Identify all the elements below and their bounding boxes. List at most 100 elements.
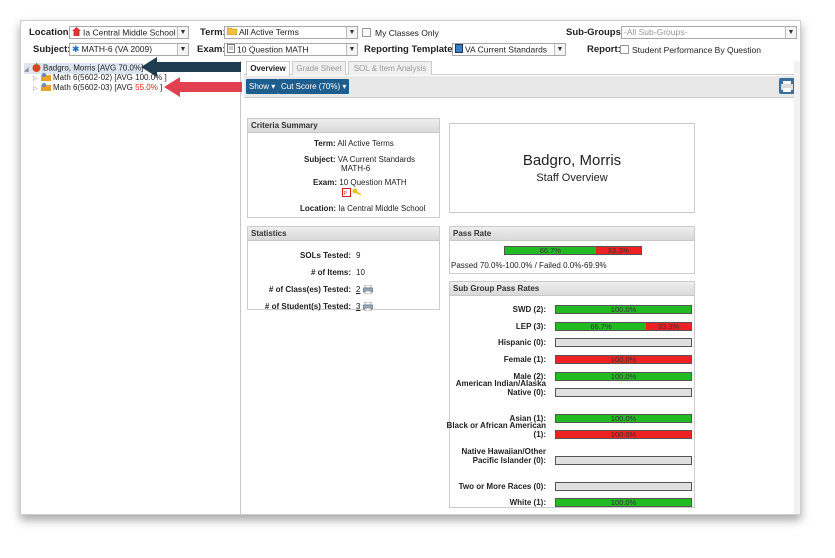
statistics-row: # of Student(s) Tested: [264, 302, 351, 311]
subject-label: Subject: [33, 44, 71, 55]
subgroup-bar: 100.0% [555, 355, 692, 364]
star-icon: ✱ [72, 44, 80, 55]
class-icon [41, 83, 51, 93]
report-checkbox[interactable] [620, 45, 629, 54]
report-value: Student Performance By Question [632, 45, 761, 55]
criteria-summary-panel: Criteria Summary Term: All Active Terms … [247, 118, 440, 218]
key-icon[interactable] [352, 188, 362, 199]
school-icon [72, 27, 81, 38]
subgroup-bar: 100.0% [555, 305, 692, 314]
subgroup-label: Native Hawaiian/Other Pacific Islander (… [461, 447, 546, 465]
my-classes-label: My Classes Only [375, 28, 439, 38]
subgroup-label: LEP (3): [515, 322, 546, 331]
criteria-subject-value-2: MATH-6 [341, 164, 371, 173]
document-icon [227, 44, 235, 55]
pass-rate-caption: Passed 70.0%-100.0% / Failed 0.0%-69.9% [451, 261, 607, 270]
collapse-triangle-icon[interactable]: ▷ [33, 75, 41, 82]
subgroup-pass-segment: 100.0% [556, 415, 691, 422]
my-classes-checkbox[interactable] [362, 28, 371, 37]
print-icon[interactable] [360, 285, 373, 295]
statistics-title: Statistics [248, 227, 439, 241]
statistics-value[interactable]: 3 [356, 302, 373, 312]
folder-icon [226, 27, 238, 38]
subgroup-pass-segment: 100.0% [556, 499, 691, 506]
subgroup-label: Black or African American (1): [446, 421, 546, 439]
staff-name: Badgro, Morris [522, 152, 622, 169]
chevron-down-icon: ▼ [346, 44, 357, 55]
subgroup-bar: 100.0% [555, 372, 692, 381]
tab-strip: Overview Grade Sheet SOL & Item Analysis [244, 61, 800, 76]
statistics-panel: Statistics SOLs Tested: 9 # of Items: 10 # o… [247, 226, 440, 312]
staff-overview-subtitle: Staff Overview [536, 172, 608, 184]
subgroup-label: Female (1): [503, 355, 546, 364]
class-icon [41, 73, 51, 83]
toolbar: Show ▾ Cut Score (70%) ▾ [244, 76, 800, 98]
callout-arrow-dark [141, 57, 241, 77]
filter-bar: Location: Ia Central Middle School ▼ Ter… [21, 21, 800, 61]
statistics-value: 9 [356, 251, 361, 260]
vertical-scrollbar[interactable] [794, 61, 800, 514]
subgroups-select[interactable]: -All Sub-Groups- ▼ [621, 26, 797, 39]
chevron-down-icon: ▼ [346, 27, 357, 38]
exam-label: Exam: [197, 44, 226, 55]
term-label: Term: [200, 27, 226, 38]
app-window: Location: Ia Central Middle School ▼ Ter… [20, 20, 801, 515]
term-select[interactable]: All Active Terms ▼ [224, 26, 358, 39]
chevron-down-icon: ▼ [785, 27, 796, 38]
statistics-value: 10 [356, 268, 365, 277]
tree-root-label: Badgro, Morris [AVG 70.0%] [43, 63, 144, 73]
subgroup-pass-rates-panel: Sub Group Pass Rates SWD (2): 100.0% LEP (… [447, 281, 695, 508]
staff-tree-panel: ◢ Badgro, Morris [AVG 70.0%] ▷ Math 6(5602… [21, 57, 242, 514]
pass-rate-bar: 66.7% 33.3% [504, 246, 642, 255]
main-content: Overview Grade Sheet SOL & Item Analysis… [244, 61, 800, 514]
exam-select[interactable]: 10 Question MATH ▼ [224, 43, 358, 56]
template-icon [455, 44, 463, 55]
subgroups-label: Sub-Groups: [566, 27, 625, 38]
subgroup-bar: 100.0% [555, 430, 692, 439]
chevron-down-icon: ▼ [554, 44, 565, 55]
collapse-triangle-icon[interactable]: ▷ [33, 85, 41, 92]
subgroup-bar: 100.0% [555, 498, 692, 507]
subgroup-bar [555, 338, 692, 347]
subgroup-bar: 66.7% 33.3% [555, 322, 692, 331]
tab-grade-sheet[interactable]: Grade Sheet [292, 61, 346, 75]
callout-arrow-red [164, 77, 242, 97]
print-icon[interactable] [360, 302, 373, 312]
location-select[interactable]: Ia Central Middle School ▼ [69, 26, 189, 39]
tab-sol-item-analysis[interactable]: SOL & Item Analysis [348, 61, 432, 75]
criteria-summary-title: Criteria Summary [248, 119, 439, 133]
tab-overview[interactable]: Overview [246, 61, 290, 76]
subject-select[interactable]: ✱ MATH-6 (VA 2009) ▼ [69, 43, 189, 56]
pdf-icon[interactable]: P [342, 188, 351, 199]
subgroup-label: Hispanic (0): [497, 338, 546, 347]
pass-rate-title: Pass Rate [450, 227, 694, 241]
tree-class-2-avg: 55.0% [135, 83, 158, 93]
cut-score-button[interactable]: Cut Score (70%) ▾ [278, 79, 350, 94]
staff-overview-panel: Badgro, Morris Staff Overview [449, 123, 695, 213]
subgroup-pass-segment: 100.0% [556, 306, 691, 313]
subgroup-fail-segment: 33.3% [646, 323, 691, 330]
subgroup-pass-segment: 100.0% [556, 373, 691, 380]
print-button[interactable] [779, 78, 795, 94]
subgroup-bar [555, 456, 692, 465]
subgroup-label: American Indian/Alaska Native (0): [455, 379, 546, 397]
chevron-down-icon: ▼ [177, 44, 188, 55]
statistics-row: SOLs Tested: [300, 251, 351, 260]
criteria-term-value: All Active Terms [337, 139, 394, 148]
subgroup-fail-segment: 100.0% [556, 431, 691, 438]
statistics-value[interactable]: 2 [356, 285, 373, 295]
pass-rate-fail-segment: 33.3% [595, 247, 641, 254]
template-select[interactable]: VA Current Standards ▼ [452, 43, 566, 56]
criteria-subject-value: VA Current Standards [337, 155, 416, 164]
subgroup-label: Two or More Races (0): [458, 482, 546, 491]
subgroup-pass-rates-title: Sub Group Pass Rates [450, 282, 694, 296]
subgroup-label: White (1): [509, 498, 546, 507]
expand-triangle-icon[interactable]: ◢ [24, 66, 32, 73]
tree-class-2[interactable]: ▷ Math 6(5602-03) [AVG 55.0% ] [33, 83, 162, 93]
statistics-row: # of Items: [310, 268, 351, 277]
print-icon [781, 81, 793, 92]
report-label: Report: [587, 44, 621, 55]
chevron-down-icon: ▼ [177, 27, 188, 38]
show-button[interactable]: Show ▾ [246, 79, 279, 94]
subgroup-pass-segment: 66.7% [556, 323, 647, 330]
